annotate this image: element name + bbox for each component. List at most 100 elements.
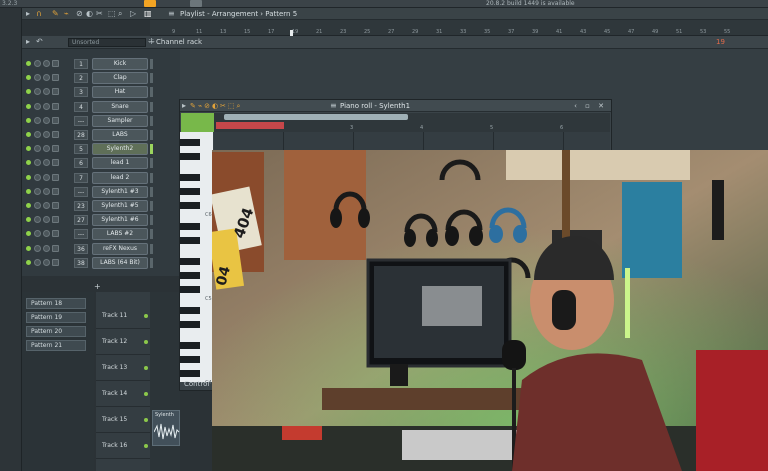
track-enable-led[interactable] — [144, 314, 148, 318]
channel-row[interactable]: 4 Snare — [22, 100, 180, 114]
channel-mute-led[interactable] — [26, 117, 31, 123]
black-key[interactable] — [180, 272, 200, 279]
pattern-mode-button[interactable] — [144, 0, 156, 7]
channel-mute-led[interactable] — [26, 132, 31, 137]
mixer-insert-number[interactable]: 1 — [74, 59, 88, 69]
channel-row[interactable]: --- Sampler — [22, 114, 180, 128]
piano-keyboard[interactable]: C6 C5 C4 — [180, 132, 213, 386]
slice-icon[interactable]: ✂ — [96, 8, 103, 20]
channel-row[interactable]: --- Sylenth1 #3 — [22, 185, 180, 199]
channel-name-button[interactable]: LABS #2 — [92, 228, 148, 241]
black-key[interactable] — [180, 342, 200, 349]
track-header[interactable]: Track 11 — [96, 304, 150, 329]
black-key[interactable] — [180, 356, 200, 363]
mixer-insert-number[interactable]: 3 — [74, 87, 88, 98]
piano-icon[interactable]: ▥ — [144, 8, 152, 20]
channel-name-button[interactable]: Snare — [92, 100, 148, 113]
channel-mute-led[interactable] — [26, 231, 31, 237]
channel-row[interactable]: 6 lead 1 — [22, 156, 180, 170]
channel-select-bar[interactable] — [150, 186, 153, 197]
channel-name-button[interactable]: LABS — [92, 129, 148, 141]
volume-knob[interactable] — [43, 131, 50, 138]
track-enable-led[interactable] — [144, 418, 148, 422]
channel-select-bar[interactable] — [150, 101, 153, 112]
channel-row[interactable]: 27 Sylenth1 #6 — [22, 213, 180, 227]
pan-knob[interactable] — [34, 230, 41, 238]
mixer-track-knob[interactable] — [52, 60, 59, 67]
volume-knob[interactable] — [43, 159, 50, 167]
channel-row[interactable]: 3 Hat — [22, 85, 180, 99]
channel-name-button[interactable]: lead 1 — [92, 157, 148, 170]
black-key[interactable] — [180, 237, 200, 244]
mixer-track-knob[interactable] — [52, 230, 59, 238]
mixer-track-knob[interactable] — [52, 102, 59, 110]
black-key[interactable] — [180, 153, 200, 160]
channel-name-button[interactable]: lead 2 — [92, 171, 148, 184]
mixer-insert-number[interactable]: 23 — [74, 201, 88, 211]
piano-roll-scrollbar[interactable] — [224, 114, 408, 120]
channel-name-button[interactable]: Sylenth1 #5 — [92, 200, 148, 212]
mixer-insert-number[interactable]: --- — [74, 229, 88, 240]
channel-select-bar[interactable] — [150, 115, 153, 126]
mixer-insert-number[interactable]: 5 — [74, 144, 88, 155]
playback-icon[interactable]: ▷ — [130, 8, 136, 20]
mixer-track-knob[interactable] — [52, 159, 59, 167]
volume-knob[interactable] — [43, 60, 50, 67]
pan-knob[interactable] — [34, 258, 41, 266]
track-header[interactable]: Track 13 — [96, 356, 150, 381]
mixer-insert-number[interactable]: --- — [74, 115, 88, 126]
black-key[interactable] — [180, 202, 200, 209]
black-key[interactable] — [180, 139, 200, 146]
volume-knob[interactable] — [43, 88, 50, 96]
volume-knob[interactable] — [43, 187, 50, 195]
channel-row[interactable]: 28 LABS — [22, 128, 180, 142]
channel-row[interactable]: 2 Clap — [22, 71, 180, 85]
record-button[interactable] — [190, 0, 202, 7]
channel-select-bar[interactable] — [150, 229, 153, 240]
add-channel-button[interactable]: + — [94, 282, 101, 291]
volume-knob[interactable] — [43, 74, 50, 82]
channel-mute-led[interactable] — [26, 160, 31, 166]
mixer-track-knob[interactable] — [52, 244, 59, 252]
channel-mute-led[interactable] — [26, 217, 31, 223]
track-header[interactable]: Track 15 — [96, 408, 150, 433]
delete-icon[interactable]: ⊘ — [76, 8, 83, 20]
mixer-track-knob[interactable] — [52, 202, 59, 209]
black-key[interactable] — [180, 321, 200, 328]
channel-mute-led[interactable] — [26, 188, 31, 194]
channel-name-button[interactable]: Hat — [92, 86, 148, 99]
playlist-ruler[interactable]: 9 11 13 15 17 19 21 23 25 27 29 31 33 35 37 39 41 43 45 47 4… — [150, 20, 768, 36]
channel-mute-led[interactable] — [26, 89, 31, 95]
channel-filter-select[interactable]: Unsorted — [68, 38, 146, 47]
pan-knob[interactable] — [34, 216, 41, 224]
channel-name-button[interactable]: Sylenth2 — [92, 143, 148, 156]
channel-mute-led[interactable] — [26, 75, 31, 81]
channel-select-bar[interactable] — [150, 172, 153, 183]
channel-row[interactable]: 7 lead 2 — [22, 171, 180, 185]
mixer-track-knob[interactable] — [52, 216, 59, 224]
channel-select-bar[interactable] — [150, 59, 153, 69]
channel-row[interactable]: 1 Kick — [22, 57, 180, 71]
mixer-track-knob[interactable] — [52, 187, 59, 195]
update-news[interactable]: 20.8.2 build 1449 is available — [486, 0, 575, 7]
mixer-track-knob[interactable] — [52, 116, 59, 124]
black-key[interactable] — [180, 258, 200, 265]
channel-select-bar[interactable] — [150, 158, 153, 169]
channel-select-bar[interactable] — [150, 73, 153, 84]
black-key[interactable] — [180, 174, 200, 181]
loop-region-marker[interactable] — [216, 122, 284, 129]
mixer-track-knob[interactable] — [52, 145, 59, 153]
mixer-insert-number[interactable]: 6 — [74, 158, 88, 169]
mute-icon[interactable]: ◐ — [86, 8, 93, 20]
channel-row[interactable]: 36 reFX Nexus — [22, 242, 180, 256]
volume-knob[interactable] — [43, 244, 50, 252]
pan-knob[interactable] — [34, 88, 41, 96]
pan-knob[interactable] — [34, 159, 41, 167]
track-enable-led[interactable] — [144, 340, 148, 344]
track-enable-led[interactable] — [144, 366, 148, 370]
channel-mute-led[interactable] — [26, 245, 31, 251]
audio-clip[interactable]: Sylenth — [152, 410, 180, 446]
channel-select-bar[interactable] — [150, 257, 153, 268]
zoom-icon[interactable]: ⌕ — [118, 8, 122, 20]
mixer-insert-number[interactable]: --- — [74, 186, 88, 197]
